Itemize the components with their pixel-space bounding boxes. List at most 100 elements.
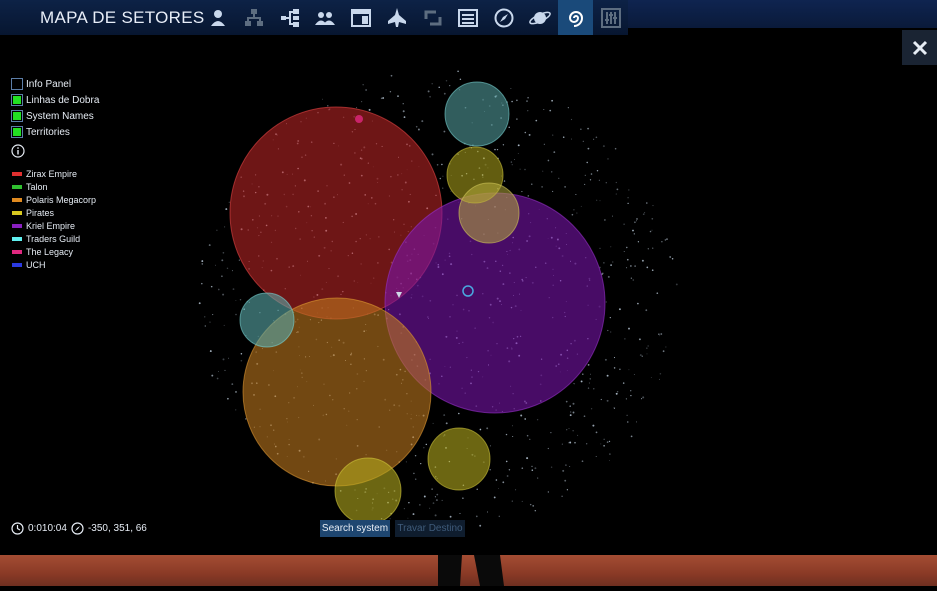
- star: [628, 369, 630, 371]
- star: [587, 147, 590, 150]
- star: [656, 292, 659, 295]
- star: [606, 441, 609, 443]
- territory-pirates-3[interactable]: [427, 427, 491, 491]
- star: [204, 325, 206, 327]
- star: [553, 151, 556, 153]
- person-icon[interactable]: [203, 3, 233, 33]
- star: [570, 118, 573, 121]
- star: [209, 321, 211, 323]
- star: [502, 481, 505, 484]
- checkbox[interactable]: [11, 126, 23, 138]
- faction-name: Kriel Empire: [26, 221, 76, 231]
- star: [434, 514, 437, 517]
- page-title: MAPA DE SETORES: [40, 8, 205, 27]
- star: [609, 453, 611, 455]
- star: [425, 443, 428, 446]
- checkbox[interactable]: [11, 78, 23, 90]
- star: [600, 398, 602, 401]
- star: [641, 355, 643, 357]
- star: [599, 200, 601, 202]
- territory-traders-top[interactable]: [444, 81, 510, 147]
- star: [436, 164, 439, 166]
- star: [459, 78, 462, 81]
- star: [408, 501, 410, 504]
- toggle-info-panel[interactable]: Info Panel: [11, 78, 71, 90]
- ship-icon[interactable]: [382, 3, 412, 33]
- territory-pirates-2[interactable]: [458, 182, 520, 244]
- star: [603, 438, 605, 440]
- star: [514, 159, 516, 160]
- org-chart-icon[interactable]: [239, 3, 269, 33]
- star: [602, 145, 605, 148]
- cycle-icon[interactable]: [418, 3, 448, 33]
- star: [566, 429, 568, 431]
- star: [603, 445, 605, 447]
- faction-legend-item: Zirax Empire: [12, 169, 77, 179]
- star: [495, 479, 498, 481]
- star: [216, 229, 218, 232]
- territory-traders-left[interactable]: [239, 292, 295, 348]
- star: [231, 270, 233, 272]
- galaxy-icon[interactable]: [558, 0, 593, 35]
- star: [637, 302, 639, 305]
- checkbox[interactable]: [11, 94, 23, 106]
- star: [634, 221, 636, 224]
- legacy-system[interactable]: [355, 115, 363, 123]
- star: [226, 267, 229, 270]
- star: [570, 414, 571, 416]
- planet-icon[interactable]: [525, 3, 555, 33]
- star: [489, 469, 491, 471]
- star: [445, 422, 448, 425]
- search-system-button[interactable]: Search system: [320, 520, 390, 537]
- group-icon[interactable]: [310, 3, 340, 33]
- sliders-icon[interactable]: [596, 3, 626, 33]
- star: [607, 329, 609, 332]
- star: [613, 357, 616, 359]
- star: [568, 442, 570, 444]
- close-button[interactable]: [902, 30, 937, 65]
- star: [565, 400, 568, 403]
- star: [505, 433, 508, 436]
- star: [201, 282, 203, 285]
- toggle-warp-lines[interactable]: Linhas de Dobra: [11, 94, 99, 106]
- star: [569, 465, 571, 467]
- sector-map[interactable]: [0, 35, 937, 555]
- star: [222, 251, 225, 254]
- star: [595, 136, 598, 139]
- territory-pirates-4[interactable]: [334, 457, 402, 525]
- star: [505, 460, 508, 463]
- territory-map[interactable]: [0, 35, 937, 555]
- star: [217, 288, 220, 291]
- star: [475, 515, 478, 518]
- star: [619, 368, 621, 371]
- star: [561, 495, 563, 497]
- star: [235, 390, 237, 393]
- star: [443, 414, 446, 417]
- star: [577, 434, 579, 436]
- faction-name: Zirax Empire: [26, 169, 78, 179]
- list-icon[interactable]: [453, 3, 483, 33]
- star: [606, 374, 609, 377]
- star: [235, 313, 237, 316]
- star: [599, 247, 601, 250]
- checkbox[interactable]: [11, 110, 23, 122]
- star: [204, 316, 206, 318]
- compass-icon[interactable]: [489, 3, 519, 33]
- faction-swatch: [12, 198, 22, 202]
- star: [327, 105, 329, 107]
- star: [607, 275, 610, 278]
- toggle-territories[interactable]: Territories: [11, 126, 70, 138]
- tree-icon[interactable]: [275, 3, 305, 33]
- star: [368, 108, 371, 111]
- info-icon[interactable]: [11, 144, 25, 158]
- character-silhouette: [438, 555, 504, 586]
- window-icon[interactable]: [346, 3, 376, 33]
- star: [417, 128, 420, 131]
- star: [405, 461, 407, 463]
- faction-name: Talon: [26, 182, 48, 192]
- star: [586, 161, 588, 164]
- star: [644, 212, 646, 214]
- star: [626, 267, 628, 269]
- lock-destination-button[interactable]: Travar Destino: [395, 520, 465, 537]
- toggle-system-names[interactable]: System Names: [11, 110, 94, 122]
